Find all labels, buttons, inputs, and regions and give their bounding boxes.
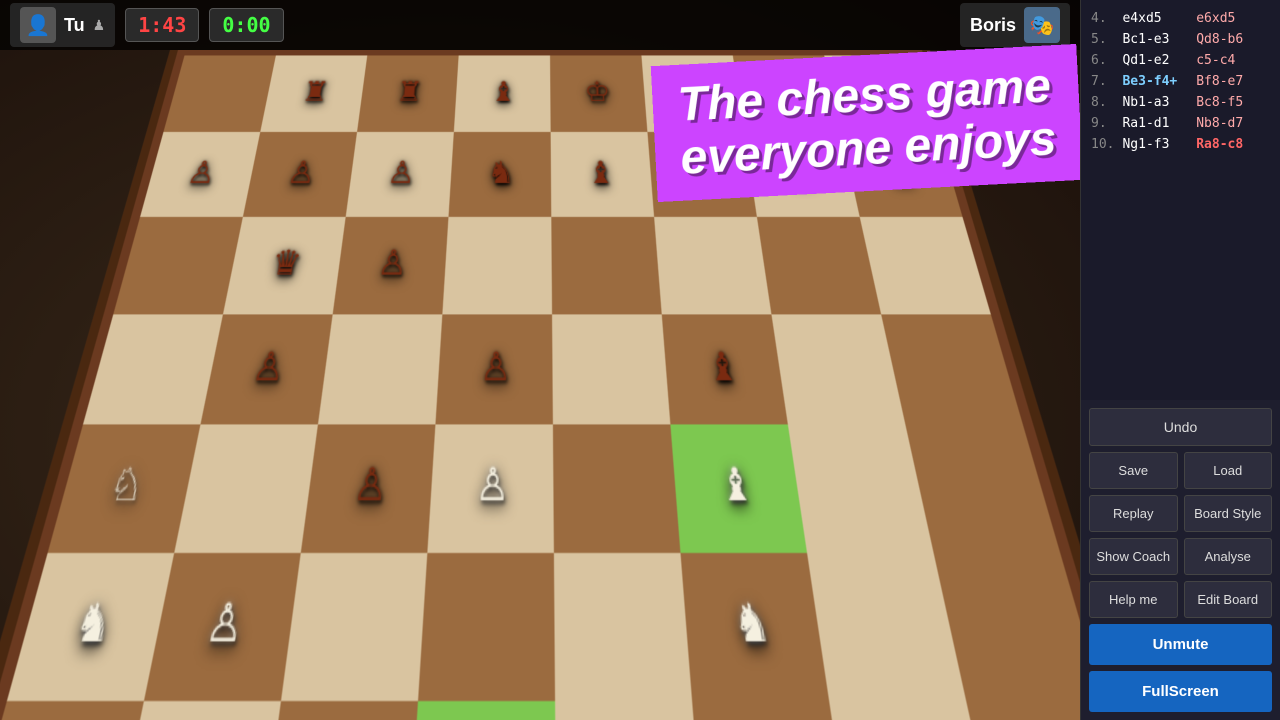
timer2: 0:00 — [209, 8, 283, 42]
player1-pawn: ♟ — [93, 17, 106, 34]
player2-info: Boris 🎭 — [960, 3, 1070, 47]
chess-area: 👤 Tu ♟ 1:43 0:00 Boris 🎭 8 7 6 5 4 3 2 — [0, 0, 1080, 720]
player2-name: Boris — [970, 15, 1016, 36]
square-e7[interactable]: ♝ — [551, 131, 654, 216]
replay-button[interactable]: Replay — [1089, 495, 1178, 532]
piece-e7: ♝ — [587, 158, 616, 188]
square-h6[interactable] — [860, 217, 991, 314]
square-e5[interactable] — [552, 314, 670, 425]
piece-f3: ♞ — [731, 597, 773, 650]
analyse-button[interactable]: Analyse — [1184, 538, 1273, 575]
edit-board-button[interactable]: Edit Board — [1184, 581, 1273, 618]
help-me-button[interactable]: Help me — [1089, 581, 1178, 618]
player2-avatar: 🎭 — [1024, 7, 1060, 43]
unmute-button[interactable]: Unmute — [1089, 624, 1272, 665]
piece-f4: ♝ — [717, 463, 756, 508]
square-a2[interactable]: ♙ — [0, 701, 144, 720]
piece-b5: ♙ — [250, 348, 288, 387]
square-c6[interactable]: ♙ — [333, 217, 449, 314]
square-d5[interactable]: ♙ — [435, 314, 552, 425]
move-row-9: 9. Ra1-d1 Nb8-d7 — [1089, 113, 1272, 134]
player1-info: 👤 Tu ♟ — [10, 3, 115, 47]
controls: Undo Save Load Replay Board Style Show C… — [1081, 400, 1280, 720]
move-history: 4. e4xd5 e6xd5 5. Bc1-e3 Qd8-b6 6. Qd1-e… — [1081, 0, 1280, 400]
save-button[interactable]: Save — [1089, 452, 1178, 489]
square-f3[interactable]: ♞ — [680, 552, 829, 701]
piece-c4: ♙ — [351, 463, 389, 508]
save-load-row: Save Load — [1089, 452, 1272, 489]
load-button[interactable]: Load — [1184, 452, 1273, 489]
square-d4[interactable]: ♙ — [427, 424, 554, 552]
piece-a4: ♘ — [104, 463, 149, 508]
square-d2[interactable]: ♜ — [407, 701, 556, 720]
square-f6[interactable] — [654, 217, 771, 314]
square-d8[interactable]: ♝ — [454, 55, 551, 131]
piece-b3: ♙ — [203, 597, 248, 650]
square-a8[interactable] — [164, 55, 276, 131]
square-c3[interactable] — [281, 552, 427, 701]
player1-name: Tu — [64, 15, 85, 36]
piece-d8: ♝ — [490, 79, 517, 106]
sidebar: 4. e4xd5 e6xd5 5. Bc1-e3 Qd8-b6 6. Qd1-e… — [1080, 0, 1280, 720]
piece-d7: ♞ — [487, 158, 515, 188]
square-e4[interactable] — [553, 424, 681, 552]
square-b7[interactable]: ♙ — [243, 131, 357, 216]
move-row-7: 7. Be3-f4+ Bf8-e7 — [1089, 71, 1272, 92]
square-c2[interactable] — [257, 701, 418, 720]
piece-a7: ♙ — [184, 158, 219, 188]
piece-b6: ♛ — [269, 247, 304, 282]
square-a7[interactable]: ♙ — [140, 131, 260, 216]
move-row-6: 6. Qd1-e2 c5-c4 — [1089, 50, 1272, 71]
show-coach-button[interactable]: Show Coach — [1089, 538, 1178, 575]
piece-b7: ♙ — [285, 158, 318, 188]
piece-b8: ♜ — [300, 79, 331, 106]
square-e3[interactable] — [554, 552, 692, 701]
square-c7[interactable]: ♙ — [346, 131, 454, 216]
piece-a3: ♞ — [69, 597, 118, 650]
undo-button[interactable]: Undo — [1089, 408, 1272, 446]
square-b6[interactable]: ♛ — [223, 217, 346, 314]
square-b4[interactable] — [174, 424, 318, 552]
square-h4[interactable] — [905, 424, 1060, 552]
piece-f5: ♝ — [705, 348, 741, 387]
timer1: 1:43 — [125, 8, 199, 42]
square-e2[interactable]: ♛ — [555, 701, 706, 720]
piece-c8: ♜ — [395, 79, 424, 106]
move-row-10: 10. Ng1-f3 Ra8-c8 — [1089, 134, 1272, 155]
piece-c6: ♙ — [376, 247, 409, 282]
promo-banner: The chess game everyone enjoys — [651, 44, 1080, 202]
fullscreen-button[interactable]: FullScreen — [1089, 671, 1272, 712]
square-d7[interactable]: ♞ — [448, 131, 551, 216]
piece-d5: ♙ — [479, 348, 511, 387]
square-f4[interactable]: ♝ — [670, 424, 807, 552]
header-bar: 👤 Tu ♟ 1:43 0:00 Boris 🎭 — [0, 0, 1080, 50]
square-h2[interactable]: ♙ — [966, 701, 1080, 720]
replay-boardstyle-row: Replay Board Style — [1089, 495, 1272, 532]
piece-d4: ♙ — [475, 463, 510, 508]
square-c5[interactable] — [318, 314, 442, 425]
showcoach-analyse-row: Show Coach Analyse — [1089, 538, 1272, 575]
move-row-8: 8. Nb1-a3 Bc8-f5 — [1089, 92, 1272, 113]
square-h5[interactable] — [881, 314, 1023, 425]
helpme-editboard-row: Help me Edit Board — [1089, 581, 1272, 618]
square-b5[interactable]: ♙ — [200, 314, 332, 425]
square-e8[interactable]: ♔ — [550, 55, 647, 131]
piece-e8: ♔ — [584, 79, 611, 106]
player1-avatar: 👤 — [20, 7, 56, 43]
board-style-button[interactable]: Board Style — [1184, 495, 1273, 532]
square-d6[interactable] — [442, 217, 552, 314]
move-row-5: 5. Bc1-e3 Qd8-b6 — [1089, 29, 1272, 50]
square-a6[interactable] — [113, 217, 242, 314]
square-c4[interactable]: ♙ — [301, 424, 436, 552]
square-d3[interactable] — [418, 552, 555, 701]
square-b8[interactable]: ♜ — [260, 55, 367, 131]
piece-c7: ♙ — [386, 158, 417, 188]
square-c8[interactable]: ♜ — [357, 55, 459, 131]
square-e6[interactable] — [551, 217, 661, 314]
move-row-4: 4. e4xd5 e6xd5 — [1089, 8, 1272, 29]
square-a5[interactable] — [83, 314, 223, 425]
square-f5[interactable]: ♝ — [662, 314, 788, 425]
